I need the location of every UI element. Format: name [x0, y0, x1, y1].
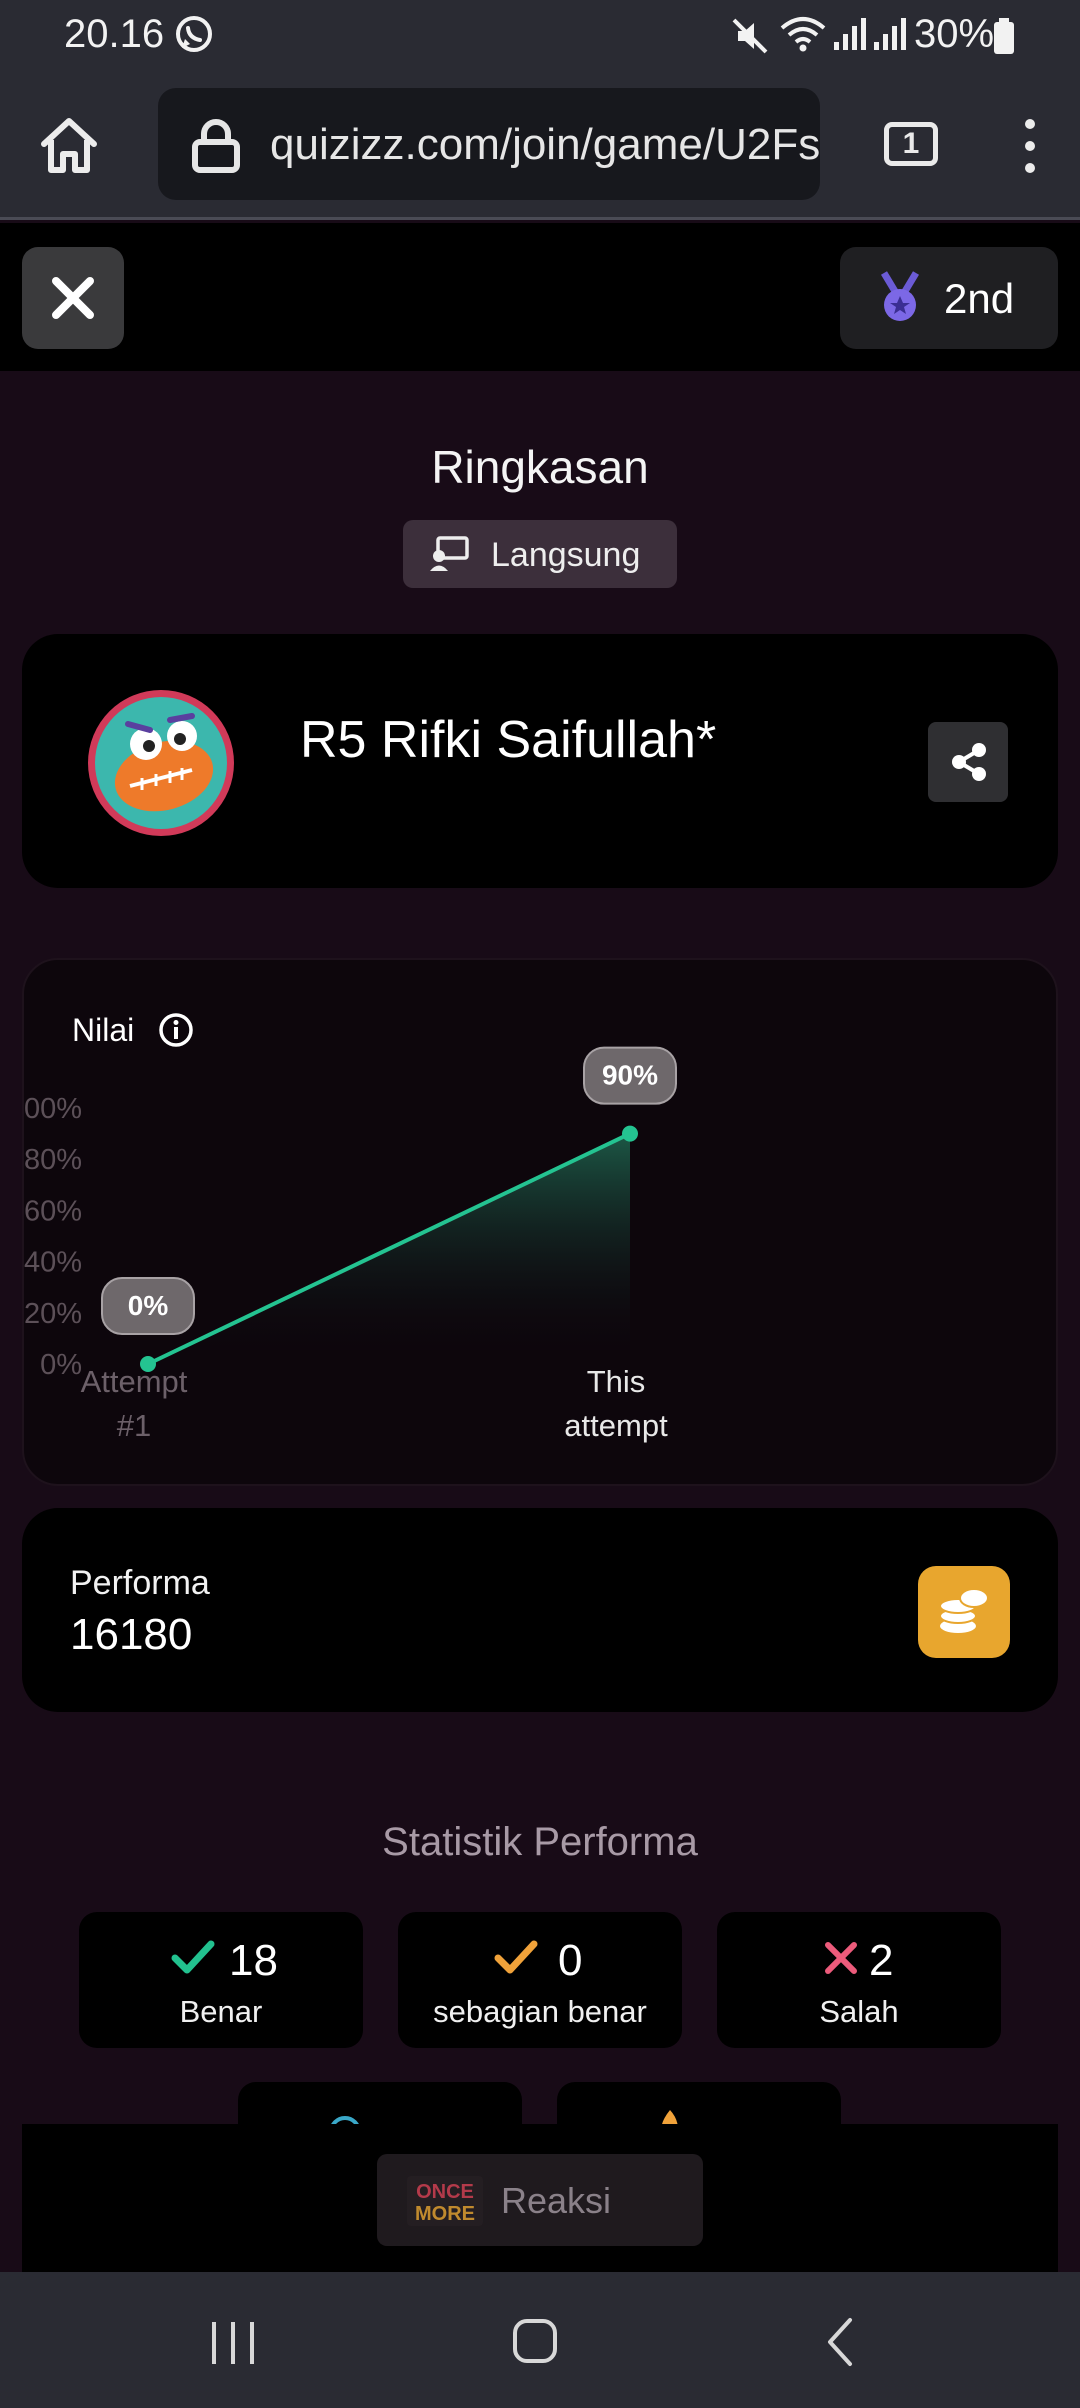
signal-icon [874, 18, 906, 50]
svg-text:ONCE: ONCE [416, 2181, 474, 2203]
page-title: Ringkasan [431, 441, 649, 493]
stat-correct: 18 Benar [79, 1912, 363, 2048]
cross-icon [825, 1942, 857, 1974]
stat-value: 0 [558, 1936, 583, 1985]
signal-icon [834, 18, 866, 50]
stat-label: Benar [179, 1994, 263, 2029]
mode-badge: Langsung [403, 520, 677, 588]
stat-value: 2 [869, 1936, 894, 1985]
player-card: R5 Rifki Saifullah* [22, 634, 1058, 888]
medal-icon [880, 271, 920, 321]
home-nav-icon[interactable] [512, 2316, 558, 2366]
avatar [88, 690, 234, 836]
y-tick-label: 0% [40, 1349, 82, 1381]
check-icon [171, 1940, 215, 1974]
x-tick-label: Attempt [81, 1364, 188, 1399]
mute-icon [732, 18, 768, 54]
sticker-once-more: ONCE MORE [407, 2176, 483, 2226]
data-point [622, 1125, 638, 1142]
stat-partial: 0 sebagian benar [398, 1912, 682, 2048]
stat-value: 18 [229, 1936, 278, 1985]
battery-icon [994, 18, 1014, 54]
battery-percent: 30% [914, 12, 995, 56]
svg-text:MORE: MORE [415, 2203, 475, 2225]
reaction-button[interactable]: ONCE MORE Reaksi [377, 2154, 703, 2246]
player-name: R5 Rifki Saifullah* [300, 711, 717, 769]
quiz-header: 2nd [0, 223, 1080, 371]
reaction-bar: ONCE MORE Reaksi [22, 2124, 1058, 2272]
system-nav-bar [0, 2272, 1080, 2408]
stat-wrong: 2 Salah [717, 1912, 1001, 2048]
status-time: 20.16 [64, 12, 165, 56]
url-text: quizizz.com/join/game/U2Fs [270, 120, 820, 169]
status-bar: 20.16 30% [0, 0, 1080, 72]
x-tick-label: #1 [117, 1408, 151, 1443]
mode-label: Langsung [491, 536, 641, 574]
reaction-label: Reaksi [501, 2180, 612, 2221]
rank-text: 2nd [944, 275, 1015, 322]
whatsapp-icon [176, 16, 212, 52]
rank-badge: 2nd [840, 247, 1058, 349]
coins-icon [939, 1588, 989, 1633]
performance-value: 16180 [70, 1610, 193, 1659]
back-icon[interactable] [820, 2316, 860, 2368]
y-tick-label: 100% [24, 1093, 82, 1125]
stat-label: sebagian benar [433, 1994, 647, 2029]
stats-title: Statistik Performa [382, 1820, 698, 1864]
recent-apps-icon[interactable] [208, 2318, 258, 2368]
close-icon [52, 277, 94, 319]
y-tick-label: 40% [24, 1247, 82, 1279]
y-tick-label: 20% [24, 1298, 82, 1330]
address-bar[interactable]: quizizz.com/join/game/U2Fs [158, 88, 820, 200]
performance-card: Performa 16180 [22, 1508, 1058, 1712]
lock-icon [192, 119, 240, 173]
tab-switcher-button[interactable]: 1 [884, 122, 938, 166]
browser-toolbar: quizizz.com/join/game/U2Fs 1 [0, 72, 1080, 220]
performance-label: Performa [70, 1564, 210, 1602]
wifi-icon [780, 17, 826, 52]
close-button[interactable] [22, 247, 124, 349]
presentation-icon [430, 536, 469, 571]
share-icon [952, 743, 986, 781]
coins-button[interactable] [918, 1566, 1010, 1658]
score-chart-card: Nilai 0%20%40%60%80%100%0%Attempt#190%Th… [22, 958, 1058, 1486]
more-options-icon[interactable] [1020, 116, 1040, 176]
share-button[interactable] [928, 722, 1008, 802]
y-tick-label: 80% [24, 1144, 82, 1176]
check-icon [494, 1940, 538, 1974]
data-label: 0% [128, 1290, 169, 1321]
stat-label: Salah [819, 1994, 899, 2029]
score-chart: 0%20%40%60%80%100%0%Attempt#190%Thisatte… [24, 1046, 677, 1443]
data-label: 90% [602, 1060, 658, 1091]
x-tick-label: This [587, 1364, 646, 1399]
y-tick-label: 60% [24, 1195, 82, 1227]
x-tick-label: attempt [564, 1408, 668, 1443]
home-icon[interactable] [38, 114, 100, 176]
